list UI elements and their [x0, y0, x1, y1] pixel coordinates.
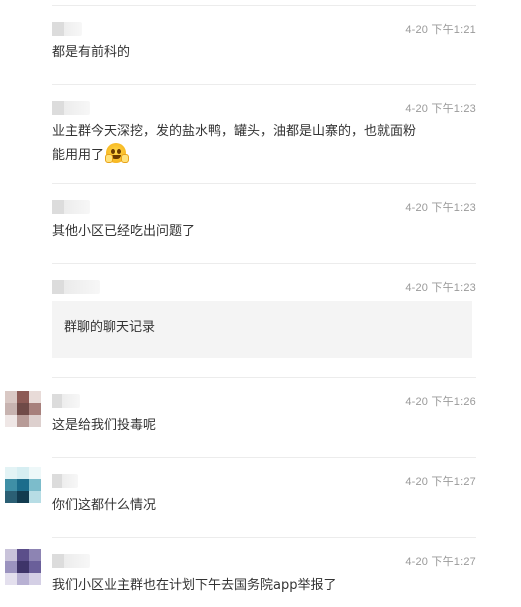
author-name-blurred[interactable] — [52, 474, 78, 488]
comment-text: 我们小区业主群也在计划下午去国务院app举报了 — [52, 578, 337, 593]
author-name-blurred[interactable] — [52, 554, 90, 568]
comment-text: 这是给我们投毒呢 — [52, 418, 157, 433]
divider — [52, 263, 476, 264]
divider — [52, 537, 476, 538]
comment-time: 4-20 下午1:21 — [405, 24, 476, 36]
avatar[interactable] — [5, 391, 42, 428]
comment-text-line2: 能用用了 — [52, 143, 130, 168]
comment-time: 4-20 下午1:27 — [405, 556, 476, 568]
chat-record-card[interactable]: 群聊的聊天记录 — [52, 301, 472, 358]
divider — [52, 457, 476, 458]
divider — [52, 5, 476, 6]
author-name-blurred[interactable] — [52, 200, 90, 214]
comment-text: 都是有前科的 — [52, 45, 131, 60]
divider — [52, 183, 476, 184]
author-name-blurred[interactable] — [52, 280, 100, 294]
comment-time: 4-20 下午1:23 — [405, 103, 476, 115]
author-name-blurred[interactable] — [52, 101, 90, 115]
chat-record-title: 群聊的聊天记录 — [64, 320, 156, 335]
comment-text: 你们这都什么情况 — [52, 498, 157, 513]
grinning-sweat-emoji — [105, 143, 130, 163]
comment-text: 业主群今天深挖，发的盐水鸭，罐头，油都是山寨的，也就面粉 — [52, 124, 417, 139]
avatar[interactable] — [5, 467, 42, 504]
comment-time: 4-20 下午1:27 — [405, 476, 476, 488]
comment-text: 其他小区已经吃出问题了 — [52, 224, 196, 239]
comment-time: 4-20 下午1:23 — [405, 282, 476, 294]
divider — [52, 84, 476, 85]
avatar[interactable] — [5, 549, 42, 586]
author-name-blurred[interactable] — [52, 22, 82, 36]
divider — [52, 377, 476, 378]
author-name-blurred[interactable] — [52, 394, 80, 408]
comment-time: 4-20 下午1:26 — [405, 396, 476, 408]
comment-time: 4-20 下午1:23 — [405, 202, 476, 214]
